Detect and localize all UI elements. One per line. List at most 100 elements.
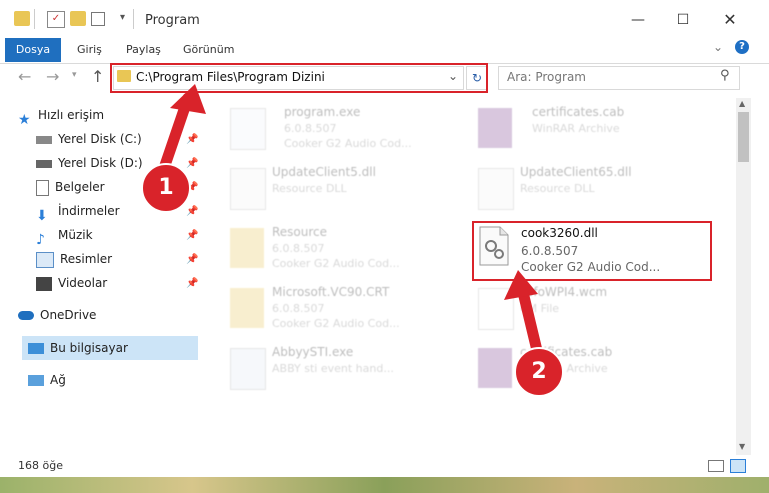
sidebar-item-music[interactable]: ♪ Müzik bbox=[36, 224, 93, 248]
file-type: WinRAR Archive bbox=[532, 122, 620, 135]
maximize-button[interactable]: ☐ bbox=[663, 7, 703, 33]
sidebar-item-label: Ağ bbox=[50, 373, 66, 387]
computer-icon bbox=[28, 343, 44, 354]
dll-file-icon bbox=[478, 168, 514, 210]
file-description: Cooker G2 Audio Cod... bbox=[272, 317, 400, 330]
search-icon[interactable]: ⚲ bbox=[720, 68, 730, 83]
file-description: Cooker G2 Audio Cod... bbox=[284, 137, 412, 150]
sidebar-item-label: Resimler bbox=[60, 252, 113, 266]
sidebar-item-onedrive[interactable]: OneDrive bbox=[18, 304, 96, 326]
sidebar-item-downloads[interactable]: ⬇ İndirmeler bbox=[36, 200, 120, 224]
sidebar-item-videos[interactable]: Videolar bbox=[36, 272, 107, 294]
file-item[interactable]: AbbyySTI.exe ABBY sti event hand... bbox=[230, 345, 460, 395]
file-name: UpdateClient5.dll bbox=[272, 165, 376, 179]
file-name: UpdateClient65.dll bbox=[520, 165, 632, 179]
tab-home[interactable]: Giriş bbox=[77, 38, 102, 62]
minimize-button[interactable]: — bbox=[618, 7, 658, 33]
documents-icon bbox=[36, 179, 49, 196]
sidebar-item-disk-d[interactable]: Yerel Disk (D:) bbox=[36, 152, 143, 174]
folder-icon bbox=[230, 288, 264, 328]
customize-toolbar-icon[interactable]: ▾ bbox=[120, 12, 125, 23]
sidebar-item-label: İndirmeler bbox=[58, 204, 120, 218]
exe-file-icon bbox=[230, 108, 266, 150]
sidebar-item-label: Bu bilgisayar bbox=[50, 341, 128, 355]
ribbon-bar bbox=[0, 38, 769, 64]
scroll-up-icon[interactable]: ▲ bbox=[739, 99, 745, 108]
close-button[interactable]: ✕ bbox=[710, 7, 750, 33]
sidebar-item-pictures[interactable]: Resimler bbox=[36, 248, 112, 270]
sidebar-item-quick-access[interactable]: ★ Hızlı erişim bbox=[18, 104, 105, 128]
star-icon: ★ bbox=[18, 111, 31, 128]
file-name: Microsoft.VC90.CRT bbox=[272, 285, 390, 299]
view-icon[interactable] bbox=[91, 12, 105, 26]
file-item[interactable]: program.exe 6.0.8.507 Cooker G2 Audio Co… bbox=[230, 105, 460, 155]
sidebar-item-disk-c[interactable]: Yerel Disk (C:) bbox=[36, 128, 142, 150]
file-type: Resource DLL bbox=[272, 182, 347, 195]
pin-icon[interactable]: 📌 bbox=[186, 206, 198, 217]
file-version: 6.0.8.507 bbox=[272, 302, 325, 315]
exe-file-icon bbox=[230, 348, 266, 390]
tab-share[interactable]: Paylaş bbox=[126, 38, 161, 62]
expand-ribbon-icon[interactable]: ⌄ bbox=[713, 40, 723, 54]
pin-icon[interactable]: 📌 bbox=[186, 230, 198, 241]
sidebar-item-label: Yerel Disk (D:) bbox=[58, 156, 143, 170]
download-icon: ⬇ bbox=[36, 207, 48, 224]
back-arrow-icon[interactable]: ← bbox=[18, 67, 31, 86]
large-icons-view-icon[interactable] bbox=[730, 459, 746, 473]
pin-icon[interactable]: 📌 bbox=[186, 254, 198, 265]
file-type: ABBY sti event hand... bbox=[272, 362, 394, 375]
desktop-strip bbox=[0, 477, 769, 493]
pictures-icon bbox=[36, 251, 54, 268]
drive-icon bbox=[36, 135, 52, 144]
file-item[interactable]: UpdateClient5.dll Resource DLL bbox=[230, 165, 460, 215]
folder-item[interactable]: Microsoft.VC90.CRT 6.0.8.507 Cooker G2 A… bbox=[230, 285, 460, 335]
file-version: 6.0.8.507 bbox=[284, 122, 337, 135]
drive-icon bbox=[36, 159, 52, 168]
scrollbar-thumb[interactable] bbox=[738, 112, 749, 162]
file-item[interactable]: certificates.cab WinRAR Archive bbox=[478, 105, 708, 155]
recent-locations-icon[interactable]: ▾ bbox=[72, 70, 77, 80]
cloud-icon bbox=[18, 311, 34, 320]
sidebar-item-label: Hızlı erişim bbox=[38, 108, 105, 122]
file-name: program.exe bbox=[284, 105, 361, 119]
help-icon[interactable]: ? bbox=[735, 40, 749, 54]
properties-icon[interactable]: ✓ bbox=[47, 11, 65, 28]
file-name: Resource bbox=[272, 225, 328, 239]
sidebar-item-documents[interactable]: Belgeler bbox=[36, 176, 105, 198]
folder-icon bbox=[230, 228, 264, 268]
scroll-down-icon[interactable]: ▼ bbox=[739, 442, 745, 451]
sidebar-item-network[interactable]: Ağ bbox=[28, 369, 66, 391]
callout-badge-1: 1 bbox=[141, 163, 191, 213]
folder-item[interactable]: Resource 6.0.8.507 Cooker G2 Audio Cod..… bbox=[230, 225, 460, 275]
network-icon bbox=[28, 375, 44, 386]
sidebar-item-label: Yerel Disk (C:) bbox=[58, 132, 142, 146]
details-view-icon[interactable] bbox=[708, 460, 724, 472]
window-title: Program bbox=[145, 13, 200, 28]
sidebar-item-label: OneDrive bbox=[40, 308, 97, 322]
sidebar-item-label: Belgeler bbox=[55, 180, 105, 194]
file-item[interactable]: UpdateClient65.dll Resource DLL bbox=[478, 165, 708, 215]
music-icon: ♪ bbox=[36, 231, 45, 248]
divider bbox=[133, 9, 134, 29]
video-icon bbox=[36, 276, 52, 291]
callout-badge-2: 2 bbox=[514, 347, 564, 397]
archive-icon bbox=[478, 108, 512, 148]
tab-view[interactable]: Görünüm bbox=[183, 38, 234, 62]
sidebar-item-label: Müzik bbox=[58, 228, 93, 242]
divider bbox=[34, 9, 35, 29]
file-name: certificates.cab bbox=[532, 105, 625, 119]
file-version: 6.0.8.507 bbox=[272, 242, 325, 255]
folder-icon bbox=[14, 11, 30, 26]
item-count: 168 öğe bbox=[18, 459, 63, 472]
new-folder-icon[interactable] bbox=[70, 11, 86, 26]
forward-arrow-icon[interactable]: → bbox=[46, 67, 59, 86]
sidebar-item-this-pc[interactable]: Bu bilgisayar bbox=[28, 337, 128, 359]
tab-file[interactable]: Dosya bbox=[5, 38, 61, 62]
up-arrow-icon[interactable]: ↑ bbox=[91, 67, 104, 86]
sidebar-item-label: Videolar bbox=[58, 276, 108, 290]
file-description: Cooker G2 Audio Cod... bbox=[272, 257, 400, 270]
pin-icon[interactable]: 📌 bbox=[186, 278, 198, 289]
search-placeholder: Ara: Program bbox=[507, 70, 586, 84]
file-name: AbbyySTI.exe bbox=[272, 345, 354, 359]
file-type: Resource DLL bbox=[520, 182, 595, 195]
